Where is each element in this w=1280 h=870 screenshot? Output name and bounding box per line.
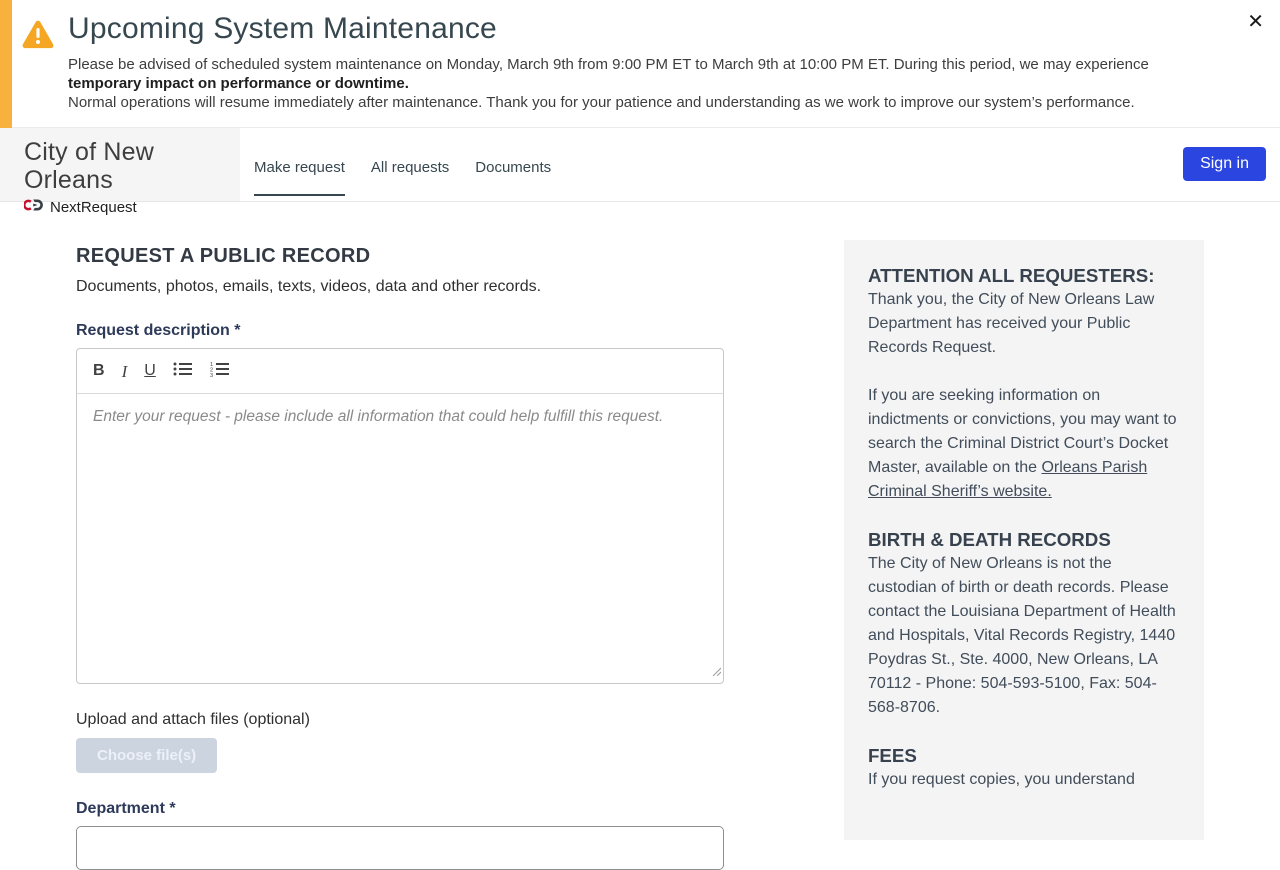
resize-handle-icon[interactable] xyxy=(711,663,721,681)
maintenance-banner: Upcoming System Maintenance Please be ad… xyxy=(0,0,1280,128)
civicplus-logo-icon xyxy=(24,198,43,217)
sign-in-button[interactable]: Sign in xyxy=(1183,147,1266,181)
birth-death-heading: BIRTH & DEATH RECORDS xyxy=(868,528,1180,552)
close-icon[interactable]: ✕ xyxy=(1247,12,1264,32)
request-form: REQUEST A PUBLIC RECORD Documents, photo… xyxy=(76,240,724,870)
logo-block[interactable]: City of New Orleans NextRequest xyxy=(0,128,240,201)
choose-files-button[interactable]: Choose file(s) xyxy=(76,738,217,773)
fees-paragraph: If you request copies, you understand xyxy=(868,768,1180,792)
nav-documents[interactable]: Documents xyxy=(475,134,551,196)
editor-placeholder: Enter your request - please include all … xyxy=(93,408,663,425)
warning-icon xyxy=(22,20,54,54)
page-content: REQUEST A PUBLIC RECORD Documents, photo… xyxy=(0,202,1280,870)
banner-accent-stripe xyxy=(0,0,12,128)
banner-message-bold: temporary impact on performance or downt… xyxy=(68,75,405,92)
upload-label: Upload and attach files (optional) xyxy=(76,711,724,729)
svg-text:3: 3 xyxy=(210,373,213,377)
info-sidebar: ATTENTION ALL REQUESTERS: Thank you, the… xyxy=(844,240,1204,840)
banner-message-bold-period: . xyxy=(405,75,409,92)
editor-toolbar: B I U 1 2 xyxy=(77,349,723,394)
page-subtitle: Documents, photos, emails, texts, videos… xyxy=(76,278,724,296)
nav-make-request[interactable]: Make request xyxy=(254,134,345,196)
request-description-label: Request description * xyxy=(76,322,724,340)
banner-message: Please be advised of scheduled system ma… xyxy=(68,55,1220,112)
underline-icon[interactable]: U xyxy=(144,363,156,379)
site-header: City of New Orleans NextRequest Make req… xyxy=(0,128,1280,202)
request-description-input[interactable]: Enter your request - please include all … xyxy=(77,394,723,683)
birth-death-paragraph: The City of New Orleans is not the custo… xyxy=(868,552,1180,720)
department-label: Department * xyxy=(76,800,724,818)
main-nav: Make request All requests Documents xyxy=(254,128,551,201)
banner-message-line2: Normal operations will resume immediatel… xyxy=(68,94,1135,111)
attention-heading: ATTENTION ALL REQUESTERS: xyxy=(868,264,1180,288)
nav-all-requests[interactable]: All requests xyxy=(371,134,449,196)
attention-paragraph-2: If you are seeking information on indict… xyxy=(868,384,1180,504)
rich-text-editor: B I U 1 2 xyxy=(76,348,724,684)
banner-message-text: Please be advised of scheduled system ma… xyxy=(68,56,1149,73)
fees-heading: FEES xyxy=(868,744,1180,768)
product-logo-row: NextRequest xyxy=(24,198,240,217)
department-select[interactable] xyxy=(76,826,724,870)
product-name: NextRequest xyxy=(50,199,137,216)
page-title: REQUEST A PUBLIC RECORD xyxy=(76,245,724,268)
italic-icon[interactable]: I xyxy=(122,363,128,380)
bold-icon[interactable]: B xyxy=(93,363,105,379)
numbered-list-icon[interactable]: 1 2 3 xyxy=(210,361,230,381)
org-name: City of New Orleans xyxy=(24,139,240,194)
bullet-list-icon[interactable] xyxy=(173,361,193,381)
banner-title: Upcoming System Maintenance xyxy=(68,12,1220,46)
attention-paragraph-1: Thank you, the City of New Orleans Law D… xyxy=(868,288,1180,360)
